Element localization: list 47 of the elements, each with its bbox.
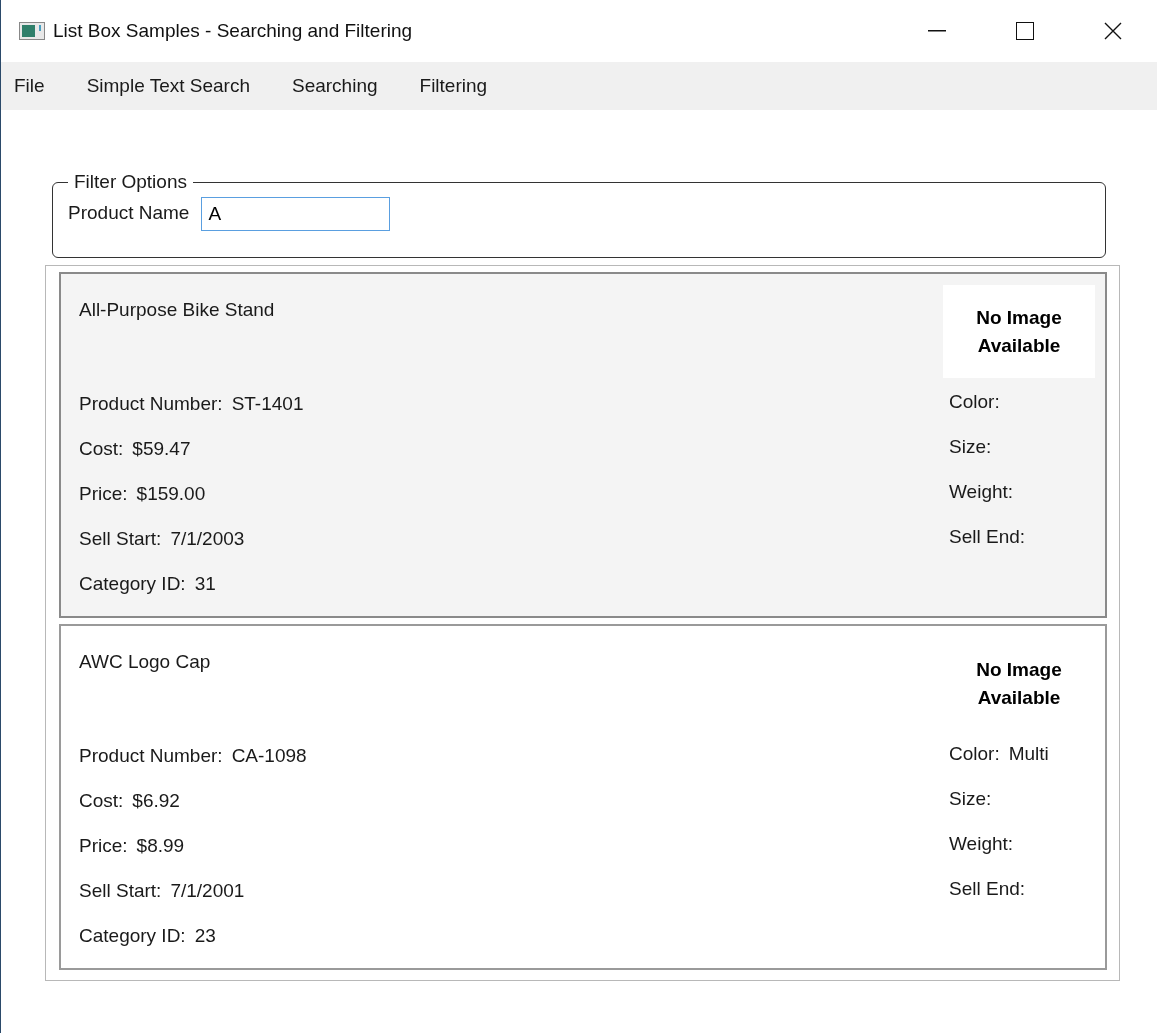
minimize-icon	[928, 30, 946, 32]
group-title: Filter Options	[73, 170, 188, 194]
field-label: Sell End:	[949, 525, 1026, 550]
field-label: Color:	[949, 390, 1000, 415]
field-value: Multi	[1008, 742, 1049, 767]
field-value: CA-1098	[231, 744, 307, 769]
field-label: Category ID:	[79, 572, 186, 597]
menu-item[interactable]: Searching	[291, 71, 378, 101]
field-label: Size:	[949, 787, 992, 812]
menu-item[interactable]: Filtering	[419, 71, 488, 101]
field-label: Category ID:	[79, 924, 186, 949]
window-title: List Box Samples - Searching and Filtering	[53, 18, 413, 43]
product-name-field[interactable]: A	[201, 196, 391, 231]
field-value: 31	[194, 572, 216, 597]
field-label: Size:	[949, 435, 992, 460]
field-label: Color:	[949, 742, 1000, 767]
field-label: Product Name	[68, 201, 190, 226]
app-icon	[19, 22, 45, 40]
image-placeholder: No Image Available	[943, 285, 1095, 378]
maximize-icon	[1016, 22, 1034, 40]
field-label: Product Number:	[79, 744, 223, 769]
field-value: 7/1/2003	[170, 527, 245, 552]
field-value: 7/1/2001	[170, 879, 245, 904]
field-label: Price:	[79, 834, 128, 859]
list-item[interactable]: AWC Logo Cap Product Number: CA-1098 Cost: $6.92 Price: $8.99 Sell Start: 7/1/2001 Category ID: 23 No Image Available Color: Multi Size: Weight: Sell End:	[59, 624, 1107, 970]
field-label: Cost:	[79, 789, 124, 814]
menu-item[interactable]: File	[14, 71, 45, 101]
field-label: Product Number:	[79, 392, 223, 417]
image-placeholder: No Image Available	[975, 657, 1063, 710]
field-label: Price:	[79, 482, 128, 507]
field-label: Sell End:	[949, 877, 1026, 902]
field-label: Sell Start:	[79, 879, 162, 904]
field-value: $6.92	[132, 789, 180, 814]
product-name: AWC Logo Cap	[79, 651, 211, 672]
field-value: 23	[194, 924, 216, 949]
menu-item[interactable]: Simple Text Search	[86, 71, 250, 101]
list-item[interactable]: All-Purpose Bike Stand Product Number: ST-1401 Cost: $59.47 Price: $159.00 Sell Start: 7/1/2003 Category ID: 31 No Image Available Color: Size: Weight: Sell End:	[59, 272, 1107, 618]
close-icon	[1104, 22, 1122, 40]
field-label: Weight:	[949, 480, 1014, 505]
product-name: All-Purpose Bike Stand	[79, 299, 275, 320]
field-value: $59.47	[132, 437, 191, 462]
field-label: Cost:	[79, 437, 124, 462]
field-value: $159.00	[136, 482, 206, 507]
field-value: ST-1401	[231, 392, 304, 417]
field-label: Sell Start:	[79, 527, 162, 552]
field-value: $8.99	[136, 834, 185, 859]
field-label: Weight:	[949, 832, 1014, 857]
